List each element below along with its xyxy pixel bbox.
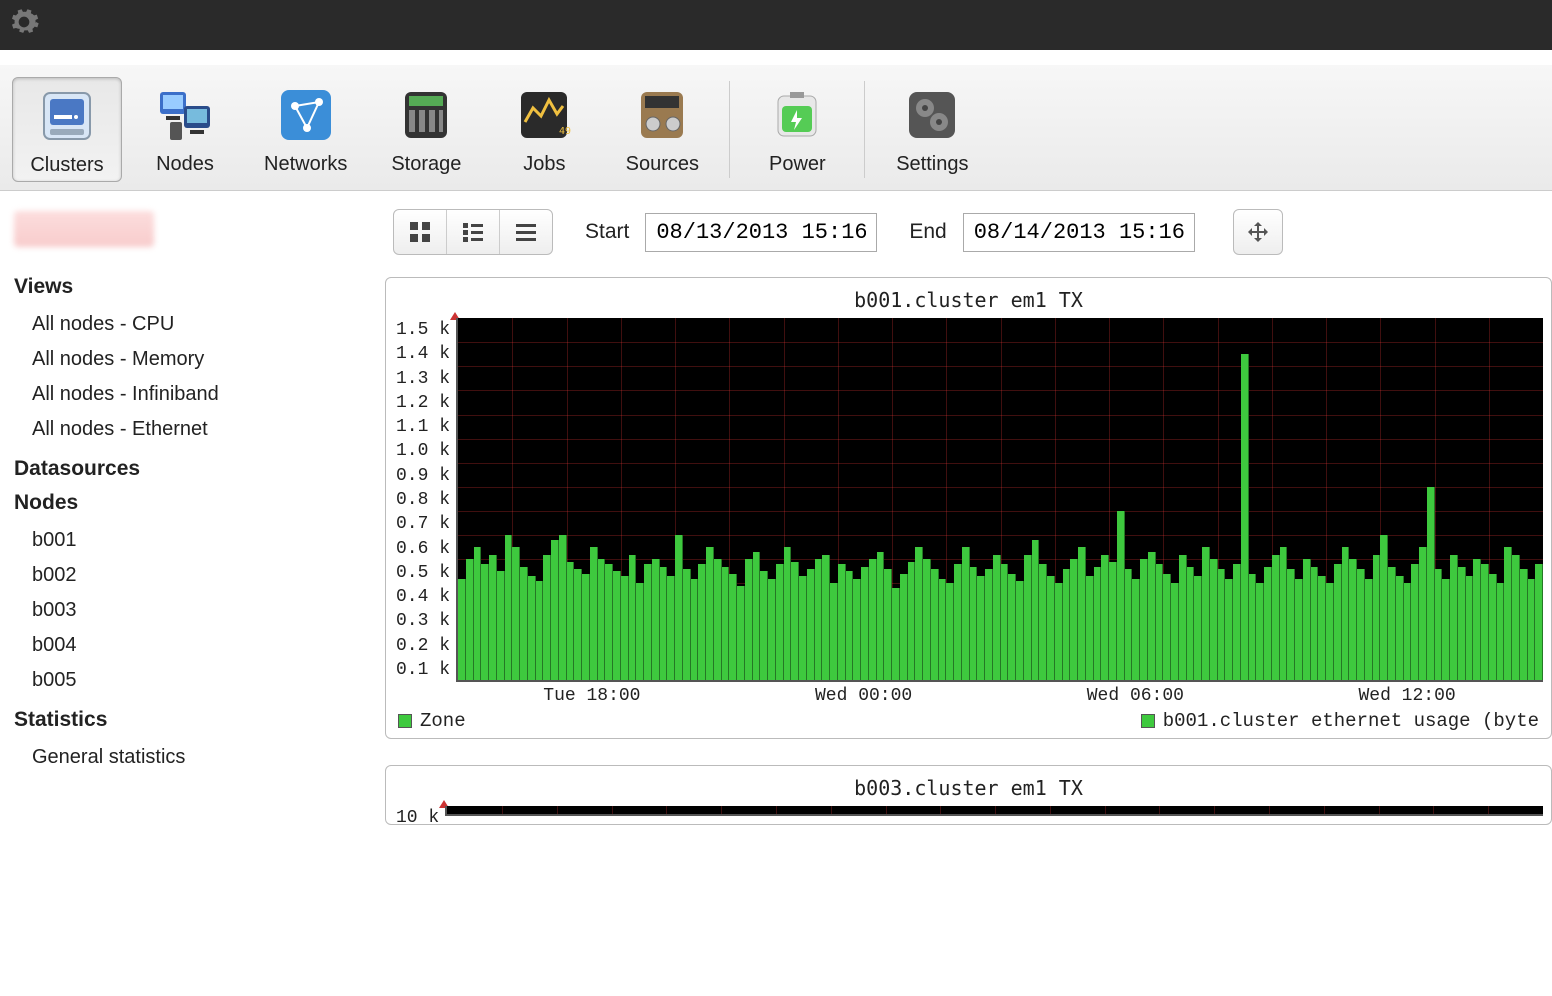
- sidebar-views-heading: Views: [14, 275, 371, 299]
- sidebar-view-item[interactable]: All nodes - Infiniband: [14, 377, 371, 412]
- toolbar-label: Power: [769, 153, 826, 176]
- sidebar-node-item[interactable]: b005: [14, 663, 371, 698]
- toolbar-separator: [864, 81, 865, 178]
- jobs-icon: 49: [512, 83, 576, 147]
- sidebar-stats-item[interactable]: General statistics: [14, 740, 371, 775]
- chart-y-axis: 10 k: [394, 806, 445, 825]
- toolbar-label: Nodes: [156, 153, 214, 176]
- toolbar-networks[interactable]: Networks: [248, 77, 363, 182]
- sidebar-node-item[interactable]: b002: [14, 558, 371, 593]
- sidebar-node-item[interactable]: b004: [14, 628, 371, 663]
- grid-icon: [408, 220, 432, 244]
- clusters-icon: [35, 84, 99, 148]
- fullscreen-button[interactable]: [1233, 209, 1283, 255]
- controls-bar: Start End: [385, 209, 1552, 255]
- toolbar-separator: [729, 81, 730, 178]
- chart-title: b001.cluster em1 TX: [394, 288, 1543, 312]
- sidebar-view-item[interactable]: All nodes - CPU: [14, 307, 371, 342]
- chart-x-axis: Tue 18:00Wed 00:00Wed 06:00Wed 12:00: [456, 682, 1543, 708]
- sidebar-view-item[interactable]: All nodes - Ethernet: [14, 412, 371, 447]
- toolbar-nodes[interactable]: Nodes: [130, 77, 240, 182]
- app-menubar: [0, 0, 1552, 50]
- expand-icon: [1246, 220, 1270, 244]
- networks-icon: [274, 83, 338, 147]
- nodes-icon: [153, 83, 217, 147]
- toolbar-clusters[interactable]: Clusters: [12, 77, 122, 182]
- chart-plot-area[interactable]: [445, 806, 1543, 816]
- chart-title: b003.cluster em1 TX: [394, 776, 1543, 800]
- redacted-cluster-name: [14, 211, 154, 247]
- sources-icon: [630, 83, 694, 147]
- sidebar-statistics-heading[interactable]: Statistics: [14, 708, 371, 732]
- toolbar-label: Networks: [264, 153, 347, 176]
- view-grid-button[interactable]: [394, 210, 447, 254]
- end-datetime-input[interactable]: [963, 213, 1195, 252]
- toolbar-label: Clusters: [30, 154, 103, 177]
- svg-text:49: 49: [559, 126, 571, 137]
- toolbar-storage[interactable]: Storage: [371, 77, 481, 182]
- chart-legend: Zoneb001.cluster ethernet usage (byte: [394, 708, 1543, 734]
- toolbar-label: Settings: [896, 153, 968, 176]
- chart-panel: b001.cluster em1 TX 1.5 k1.4 k1.3 k1.2 k1…: [385, 277, 1552, 739]
- sidebar: Views All nodes - CPUAll nodes - MemoryA…: [0, 191, 385, 869]
- sidebar-node-item[interactable]: b003: [14, 593, 371, 628]
- toolbar-settings[interactable]: Settings: [877, 77, 987, 182]
- chart-y-axis: 1.5 k1.4 k1.3 k1.2 k1.1 k1.0 k0.9 k0.8 k…: [394, 318, 456, 682]
- list-icon: [514, 220, 538, 244]
- sidebar-view-item[interactable]: All nodes - Memory: [14, 342, 371, 377]
- list-icons-icon: [461, 220, 485, 244]
- toolbar-power[interactable]: Power: [742, 77, 852, 182]
- view-mode-group: [393, 209, 553, 255]
- gear-icon[interactable]: [8, 6, 40, 38]
- storage-icon: [394, 83, 458, 147]
- toolbar-jobs[interactable]: 49 Jobs: [489, 77, 599, 182]
- toolbar-label: Storage: [391, 153, 461, 176]
- toolbar-sources[interactable]: Sources: [607, 77, 717, 182]
- toolbar-label: Jobs: [523, 153, 565, 176]
- settings-icon: [900, 83, 964, 147]
- view-list-button[interactable]: [500, 210, 552, 254]
- toolbar-label: Sources: [626, 153, 699, 176]
- sidebar-datasources-heading[interactable]: Datasources: [14, 457, 371, 481]
- end-label: End: [909, 220, 946, 244]
- main-toolbar: Clusters Nodes Networks Storage 49 Jobs …: [0, 64, 1552, 191]
- sidebar-node-item[interactable]: b001: [14, 523, 371, 558]
- chart-plot-area[interactable]: [456, 318, 1543, 682]
- start-datetime-input[interactable]: [645, 213, 877, 252]
- view-list-icons-button[interactable]: [447, 210, 500, 254]
- content-area: Start End b001.cluster em1 TX 1.5 k1.4 k1…: [385, 191, 1552, 869]
- start-label: Start: [585, 220, 629, 244]
- power-icon: [765, 83, 829, 147]
- sidebar-nodes-heading[interactable]: Nodes: [14, 491, 371, 515]
- chart-panel: b003.cluster em1 TX 10 k: [385, 765, 1552, 825]
